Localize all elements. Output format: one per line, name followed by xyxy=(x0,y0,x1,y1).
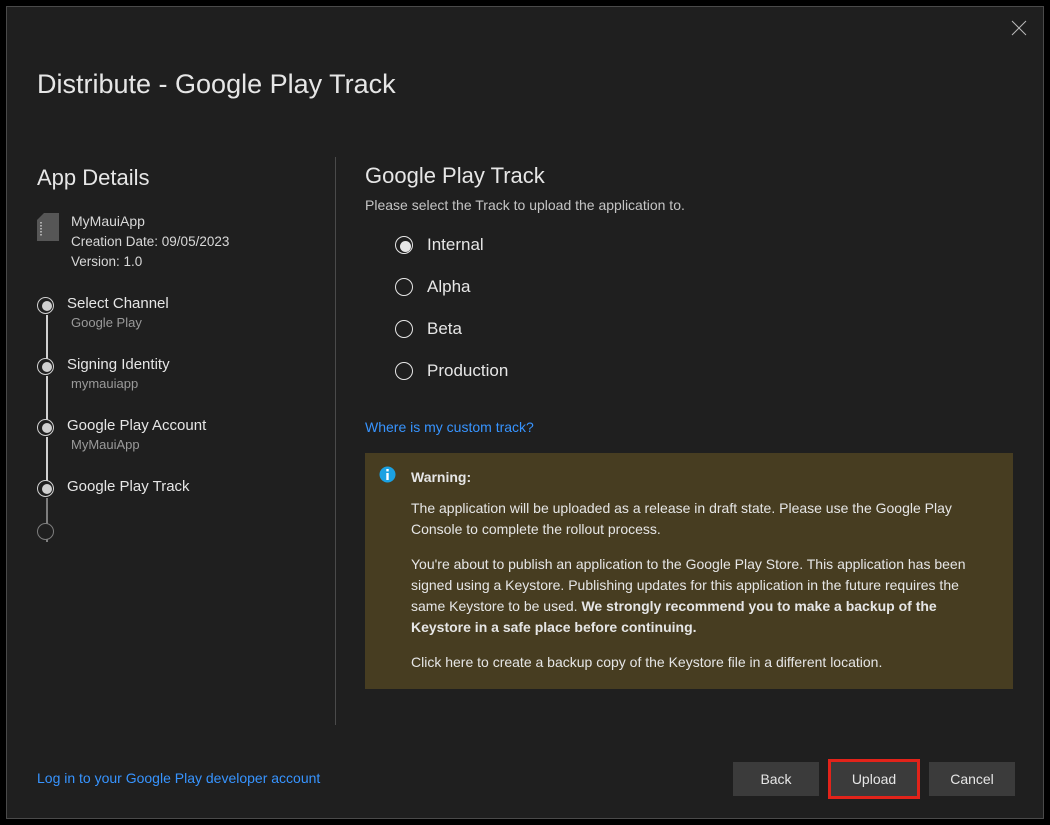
radio-icon xyxy=(395,278,413,296)
app-details-block: MyMauiApp Creation Date: 09/05/2023 Vers… xyxy=(37,211,317,273)
radio-label: Alpha xyxy=(427,277,470,297)
button-bar: Back Upload Cancel xyxy=(733,762,1015,796)
close-button[interactable] xyxy=(1010,19,1028,37)
step-dot-icon xyxy=(37,358,54,375)
step-connector xyxy=(46,376,48,420)
radio-icon xyxy=(395,236,413,254)
back-button[interactable]: Back xyxy=(733,762,819,796)
radio-icon xyxy=(395,320,413,338)
track-radio-internal[interactable]: Internal xyxy=(395,235,1013,255)
step-label: Google Play Account xyxy=(67,417,317,434)
right-panel: Google Play Track Please select the Trac… xyxy=(365,163,1013,689)
package-icon xyxy=(37,213,59,241)
app-creation-date: Creation Date: 09/05/2023 xyxy=(71,232,229,252)
step-label: Google Play Track xyxy=(67,478,317,495)
step-sublabel: Google Play xyxy=(67,315,317,330)
step-select-channel[interactable]: Select Channel Google Play xyxy=(37,295,317,330)
warning-paragraph-3[interactable]: Click here to create a backup copy of th… xyxy=(411,652,995,673)
step-dot-icon xyxy=(37,523,54,540)
track-radio-beta[interactable]: Beta xyxy=(395,319,1013,339)
warning-paragraph-1: The application will be uploaded as a re… xyxy=(411,498,995,540)
step-google-play-account[interactable]: Google Play Account MyMauiApp xyxy=(37,417,317,452)
step-signing-identity[interactable]: Signing Identity mymauiapp xyxy=(37,356,317,391)
step-sublabel: MyMauiApp xyxy=(67,437,317,452)
dialog-window: Distribute - Google Play Track App Detai… xyxy=(6,6,1044,819)
warning-panel: Warning: The application will be uploade… xyxy=(365,453,1013,689)
vertical-divider xyxy=(335,157,336,725)
custom-track-link[interactable]: Where is my custom track? xyxy=(365,419,1013,435)
step-list: Select Channel Google Play Signing Ident… xyxy=(37,295,317,495)
upload-button[interactable]: Upload xyxy=(831,762,917,796)
radio-label: Beta xyxy=(427,319,462,339)
app-version: Version: 1.0 xyxy=(71,252,229,272)
track-radio-alpha[interactable]: Alpha xyxy=(395,277,1013,297)
warning-paragraph-2: You're about to publish an application t… xyxy=(411,554,995,638)
app-details-heading: App Details xyxy=(37,165,317,191)
step-dot-icon xyxy=(37,419,54,436)
track-radio-production[interactable]: Production xyxy=(395,361,1013,381)
radio-icon xyxy=(395,362,413,380)
step-dot-icon xyxy=(37,480,54,497)
warning-title: Warning: xyxy=(411,467,995,488)
app-name: MyMauiApp xyxy=(71,211,229,232)
step-label: Select Channel xyxy=(67,295,317,312)
step-connector xyxy=(46,437,48,481)
track-heading: Google Play Track xyxy=(365,163,1013,189)
track-radio-group: Internal Alpha Beta Production xyxy=(395,235,1013,381)
step-connector xyxy=(46,315,48,359)
step-label: Signing Identity xyxy=(67,356,317,373)
info-icon xyxy=(379,466,396,483)
radio-label: Production xyxy=(427,361,508,381)
track-instruction: Please select the Track to upload the ap… xyxy=(365,197,1013,213)
login-link[interactable]: Log in to your Google Play developer acc… xyxy=(37,770,320,786)
left-panel: App Details MyMauiApp Creation Date: 09/… xyxy=(37,165,317,521)
dialog-title: Distribute - Google Play Track xyxy=(37,69,396,100)
cancel-button[interactable]: Cancel xyxy=(929,762,1015,796)
step-sublabel: mymauiapp xyxy=(67,376,317,391)
app-details-text: MyMauiApp Creation Date: 09/05/2023 Vers… xyxy=(71,211,229,273)
radio-label: Internal xyxy=(427,235,484,255)
step-dot-icon xyxy=(37,297,54,314)
step-google-play-track[interactable]: Google Play Track xyxy=(37,478,317,495)
